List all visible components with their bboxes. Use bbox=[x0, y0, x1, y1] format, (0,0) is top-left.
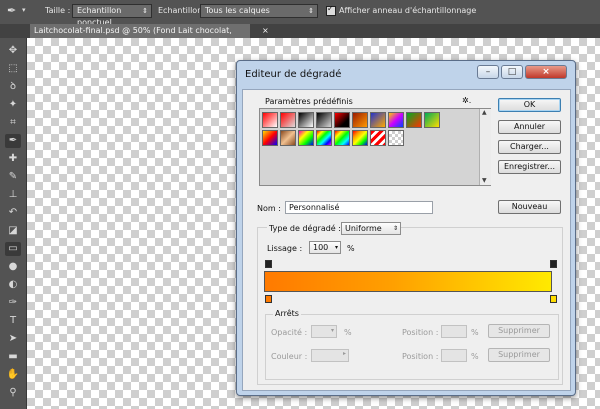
gradient-preset-swatch[interactable] bbox=[334, 130, 350, 146]
color-position-input bbox=[441, 349, 467, 362]
presets-scrollbar[interactable]: ▲ ▼ bbox=[479, 109, 491, 185]
presets-menu-gear-icon[interactable]: ✲. bbox=[462, 96, 471, 105]
gradient-preset-swatch[interactable] bbox=[370, 130, 386, 146]
lasso-tool-icon[interactable]: ꝺ bbox=[5, 80, 21, 94]
eyedropper-tool-icon[interactable]: ✒ bbox=[5, 134, 21, 148]
smoothness-label: Lissage : bbox=[267, 244, 303, 253]
close-icon[interactable]: × bbox=[262, 24, 269, 38]
gradient-preset-swatch[interactable] bbox=[262, 130, 278, 146]
smoothness-select[interactable]: 100 ▾ bbox=[309, 241, 341, 254]
gradient-preset-swatch[interactable] bbox=[280, 130, 296, 146]
minimize-button[interactable]: – bbox=[477, 65, 499, 79]
gradient-type-select[interactable]: Uniforme ⇕ bbox=[341, 222, 401, 235]
shape-tool-icon[interactable]: ▬ bbox=[5, 350, 21, 364]
color-position-unit: % bbox=[471, 352, 479, 361]
new-button[interactable]: Nouveau bbox=[498, 200, 561, 214]
chevron-down-icon: ▾ bbox=[334, 244, 338, 251]
history-brush-tool-icon[interactable]: ↶ bbox=[5, 206, 21, 220]
eraser-tool-icon[interactable]: ◪ bbox=[5, 224, 21, 238]
color-position-label: Position : bbox=[402, 352, 439, 361]
chevron-down-icon: ⇕ bbox=[308, 7, 314, 15]
dialog-client-area: Paramètres prédéfinis ✲. ▲ ▼ OK Annuler … bbox=[242, 89, 571, 391]
color-label: Couleur : bbox=[271, 352, 308, 361]
color-stop-left[interactable] bbox=[265, 295, 272, 303]
sampling-ring-label: Afficher anneau d'échantillonnage bbox=[339, 6, 477, 15]
move-tool-icon[interactable]: ✥ bbox=[5, 44, 21, 58]
opacity-stop-right[interactable] bbox=[550, 260, 557, 268]
blur-tool-icon[interactable]: ● bbox=[5, 260, 21, 274]
gradient-preset-swatch[interactable] bbox=[388, 112, 404, 128]
gradient-preset-swatch[interactable] bbox=[280, 112, 296, 128]
gradient-bar[interactable] bbox=[264, 271, 552, 292]
chevron-down-icon[interactable]: ▾ bbox=[22, 6, 26, 14]
maximize-button[interactable]: □ bbox=[501, 65, 523, 79]
smoothness-unit: % bbox=[347, 244, 355, 253]
magic-wand-tool-icon[interactable]: ✦ bbox=[5, 98, 21, 112]
gradient-tool-icon[interactable]: ▭ bbox=[5, 242, 21, 256]
gradient-preset-swatch[interactable] bbox=[298, 112, 314, 128]
gradient-editor-dialog: Editeur de dégradé – □ × Paramètres préd… bbox=[236, 60, 576, 396]
sample-select[interactable]: Tous les calques ⇕ bbox=[200, 4, 318, 18]
zoom-tool-icon[interactable]: ⚲ bbox=[5, 386, 21, 400]
dialog-title: Editeur de dégradé bbox=[245, 69, 342, 80]
presets-label: Paramètres prédéfinis bbox=[265, 97, 353, 106]
opacity-stop-left[interactable] bbox=[265, 260, 272, 268]
chevron-down-icon: ⇕ bbox=[142, 7, 148, 15]
tools-panel: ✥ ⬚ ꝺ ✦ ⌗ ✒ ✚ ✎ ⊥ ↶ ◪ ▭ ● ◐ ✑ T ➤ ▬ ✋ ⚲ bbox=[0, 38, 27, 409]
opacity-position-input bbox=[441, 325, 467, 338]
chevron-down-icon: ⇕ bbox=[392, 225, 398, 232]
sampling-ring-checkbox[interactable]: ✓ bbox=[326, 4, 336, 16]
eyedropper-tool-preset-icon[interactable]: ✒ bbox=[7, 4, 16, 17]
path-selection-tool-icon[interactable]: ➤ bbox=[5, 332, 21, 346]
gradient-preset-swatch[interactable] bbox=[424, 112, 440, 128]
ok-button[interactable]: OK bbox=[498, 98, 561, 112]
brush-tool-icon[interactable]: ✎ bbox=[5, 170, 21, 184]
opacity-position-label: Position : bbox=[402, 328, 439, 337]
dodge-tool-icon[interactable]: ◐ bbox=[5, 278, 21, 292]
color-stop-right[interactable] bbox=[550, 295, 557, 303]
chevron-right-icon: ▸ bbox=[343, 350, 347, 357]
gradient-preset-swatch[interactable] bbox=[316, 130, 332, 146]
scroll-down-icon[interactable]: ▼ bbox=[482, 177, 487, 184]
gradient-preset-swatch[interactable] bbox=[262, 112, 278, 128]
hand-tool-icon[interactable]: ✋ bbox=[5, 368, 21, 382]
opacity-label: Opacité : bbox=[271, 328, 308, 337]
healing-tool-icon[interactable]: ✚ bbox=[5, 152, 21, 166]
name-label: Nom : bbox=[257, 204, 281, 213]
save-button[interactable]: Enregistrer... bbox=[498, 160, 561, 174]
close-button[interactable]: × bbox=[525, 65, 567, 79]
gradient-preset-swatch[interactable] bbox=[352, 112, 368, 128]
gradient-type-label: Type de dégradé : bbox=[267, 224, 343, 233]
name-input[interactable]: Personnalisé bbox=[285, 201, 433, 214]
type-tool-icon[interactable]: T bbox=[5, 314, 21, 328]
clone-stamp-tool-icon[interactable]: ⊥ bbox=[5, 188, 21, 202]
gradient-preset-swatch[interactable] bbox=[388, 130, 404, 146]
delete-opacity-stop-button: Supprimer bbox=[488, 324, 550, 338]
gradient-preset-swatch[interactable] bbox=[406, 112, 422, 128]
crop-tool-icon[interactable]: ⌗ bbox=[5, 116, 21, 130]
pen-tool-icon[interactable]: ✑ bbox=[5, 296, 21, 310]
gradient-preset-swatch[interactable] bbox=[334, 112, 350, 128]
cancel-button[interactable]: Annuler bbox=[498, 120, 561, 134]
options-bar: ✒ ▾ Taille : Echantillon ponctuel ⇕ Echan… bbox=[0, 0, 600, 27]
scroll-up-icon[interactable]: ▲ bbox=[482, 109, 487, 116]
gradient-preset-swatch[interactable] bbox=[316, 112, 332, 128]
delete-color-stop-button: Supprimer bbox=[488, 348, 550, 362]
checkmark-icon: ✓ bbox=[327, 4, 334, 13]
stops-label: Arrêts bbox=[273, 309, 301, 318]
size-label: Taille : bbox=[45, 6, 71, 15]
opacity-unit: % bbox=[344, 328, 352, 337]
gradient-preset-swatch[interactable] bbox=[298, 130, 314, 146]
gradient-preset-swatch[interactable] bbox=[352, 130, 368, 146]
gradient-preset-swatch[interactable] bbox=[370, 112, 386, 128]
marquee-tool-icon[interactable]: ⬚ bbox=[5, 62, 21, 76]
load-button[interactable]: Charger... bbox=[498, 140, 561, 154]
size-select[interactable]: Echantillon ponctuel ⇕ bbox=[72, 4, 152, 27]
opacity-position-unit: % bbox=[471, 328, 479, 337]
chevron-down-icon: ▾ bbox=[331, 327, 335, 334]
document-tab[interactable]: Laitchocolat-final.psd @ 50% (Fond Lait … bbox=[30, 24, 269, 49]
